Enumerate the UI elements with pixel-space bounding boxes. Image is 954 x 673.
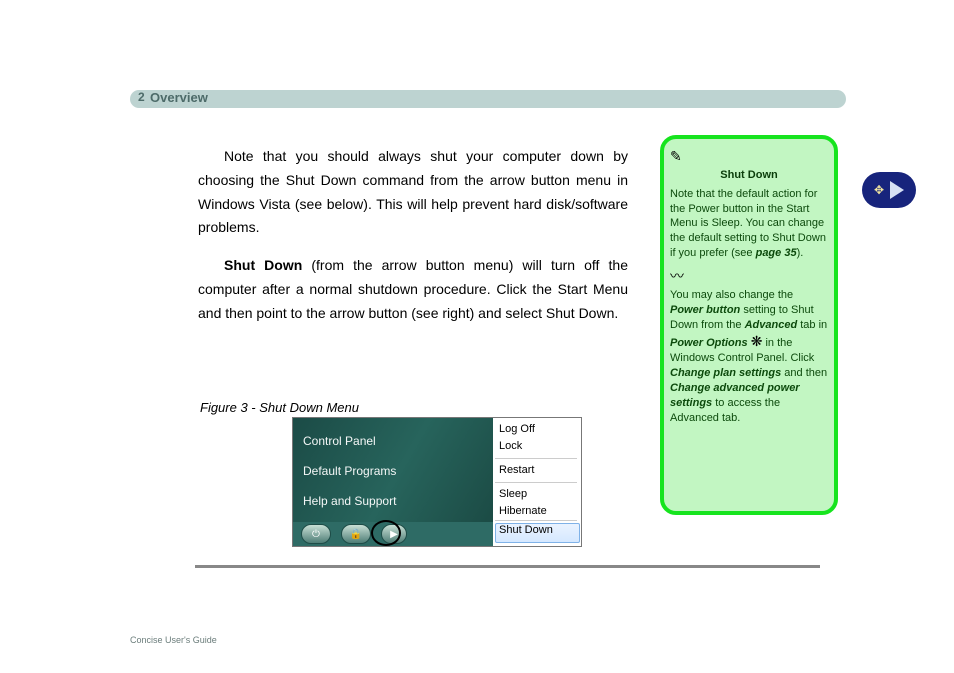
paragraph-note: Note that you should always shut your co… [198,145,628,240]
shutdown-submenu: Log Off Lock Restart Sleep Hibernate Shu… [493,418,581,546]
sidebar-note: ✎ Shut Down Note that the default action… [660,135,838,515]
page-icon: ✥ [874,183,884,197]
start-item-control-panel[interactable]: Control Panel [303,434,463,448]
lock-button[interactable]: 🔒 [341,524,371,544]
wave-icon: 〰 [670,267,828,286]
menu-sep [495,482,577,483]
start-bottom-buttons: ⏻ 🔒 ▶ [293,522,501,546]
menu-sep [495,520,577,521]
menu-shut-down[interactable]: Shut Down [499,524,575,536]
sidebar-p2: You may also change the Power button set… [670,288,828,426]
menu-hibernate[interactable]: Hibernate [499,505,575,517]
section-divider [195,565,820,568]
sidebar-p1: Note that the default action for the Pow… [670,187,828,261]
content-body: Note that you should always shut your co… [198,145,628,340]
power-button[interactable]: ⏻ [301,524,331,544]
page-title: Overview [150,90,208,105]
gear-icon: ❋ [751,333,763,349]
page-number: 2 [138,90,145,104]
footer-text: Concise User's Guide [130,635,217,645]
paragraph-shutdown: Shut Down (from the arrow button menu) w… [198,254,628,325]
header-bar [130,90,846,108]
start-item-help-support[interactable]: Help and Support [303,494,463,508]
start-item-default-programs[interactable]: Default Programs [303,464,463,478]
menu-sleep[interactable]: Sleep [499,488,575,500]
arrow-right-icon [890,181,904,199]
start-menu-left: Control Panel Default Programs Help and … [293,418,493,546]
shutdown-label: Shut Down [224,257,302,273]
menu-lock[interactable]: Lock [499,440,575,452]
sidebar-heading: Shut Down [670,168,828,183]
menu-sep [495,458,577,459]
pen-icon: ✎ [670,147,828,166]
menu-log-off[interactable]: Log Off [499,423,575,435]
figure-caption: Figure 3 - Shut Down Menu [200,400,359,415]
start-menu-figure: Control Panel Default Programs Help and … [292,417,582,547]
arrow-button[interactable]: ▶ [381,524,407,544]
page-next-button[interactable]: ✥ [862,172,916,208]
page-ref[interactable]: page 35 [756,247,797,259]
menu-restart[interactable]: Restart [499,464,575,476]
